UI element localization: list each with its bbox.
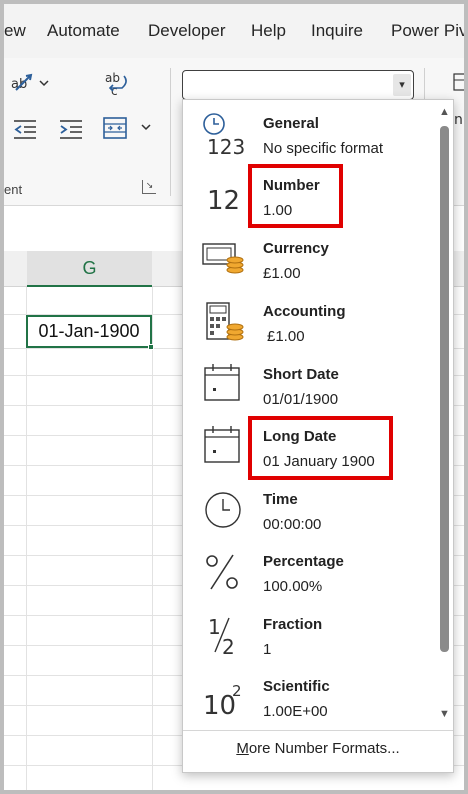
format-sample: £1.00 xyxy=(263,265,301,282)
wrap-text-icon[interactable]: ab c xyxy=(102,70,132,103)
format-name: Accounting xyxy=(263,303,346,320)
format-item-scientific[interactable]: 10 2 Scientific 1.00E+00 xyxy=(183,668,433,730)
more-number-formats-link[interactable]: More Number Formats... xyxy=(183,740,453,757)
format-item-percentage[interactable]: Percentage 100.00% xyxy=(183,543,433,605)
short-date-calendar-icon xyxy=(201,362,247,408)
fraction-numerator: 1 xyxy=(208,615,221,639)
svg-text:n: n xyxy=(454,112,463,128)
gridline xyxy=(26,287,27,790)
chevron-down-icon[interactable]: ▾ xyxy=(393,74,411,96)
highlight-box-long-date xyxy=(248,416,393,480)
format-sample: 1 xyxy=(263,641,272,658)
format-sample: 00:00:00 xyxy=(263,516,322,533)
more-number-formats-label: More Number Formats... xyxy=(236,740,400,757)
format-item-time[interactable]: Time 00:00:00 xyxy=(183,481,433,543)
merge-center-icon[interactable] xyxy=(102,116,158,147)
column-header-g[interactable]: G xyxy=(27,251,152,287)
accounting-calculator-icon xyxy=(201,299,247,345)
svg-text:r: r xyxy=(454,130,460,132)
format-item-short-date[interactable]: Short Date 01/01/1900 xyxy=(183,356,433,418)
format-item-currency[interactable]: Currency £1.00 xyxy=(183,230,433,292)
scroll-down-arrow-icon[interactable]: ▼ xyxy=(439,708,450,720)
scientific-10-squared-icon: 10 2 xyxy=(201,674,247,721)
dialog-launcher-icon[interactable]: ↘ xyxy=(142,180,156,194)
decrease-indent-icon[interactable] xyxy=(12,118,38,145)
format-name: Fraction xyxy=(263,616,323,633)
alignment-group-label: ent xyxy=(4,182,23,197)
svg-text:ab: ab xyxy=(105,71,120,85)
format-sample: £1.00 xyxy=(267,328,305,345)
format-name: Short Date xyxy=(263,366,339,383)
format-sample: 01/01/1900 xyxy=(263,391,339,408)
increase-indent-icon[interactable] xyxy=(58,118,84,145)
active-cell-g[interactable]: 01-Jan-1900 xyxy=(26,315,152,348)
fraction-half-icon: 1 2 xyxy=(201,612,247,659)
number-format-dropdown: 123 General No specific format 12 Number… xyxy=(182,99,454,773)
tab-power-pivot[interactable]: Power Piv xyxy=(391,21,464,41)
long-date-calendar-icon xyxy=(201,424,247,470)
format-name: General xyxy=(263,115,319,132)
format-item-general[interactable]: 123 General No specific format xyxy=(183,105,433,167)
format-sample: 1.00E+00 xyxy=(263,703,328,720)
format-name: Percentage xyxy=(263,553,344,570)
highlight-box-number xyxy=(248,164,343,228)
currency-icon xyxy=(201,236,247,282)
fill-handle[interactable] xyxy=(148,344,154,350)
fraction-denominator: 2 xyxy=(222,635,235,658)
format-name: Currency xyxy=(263,240,329,257)
gridline xyxy=(152,287,153,790)
number-format-combobox[interactable]: ▾ xyxy=(182,70,414,100)
format-sample: No specific format xyxy=(263,140,384,157)
ribbon-group-separator xyxy=(170,68,171,196)
time-clock-icon xyxy=(201,487,247,533)
tab-developer[interactable]: Developer xyxy=(148,21,226,41)
format-item-fraction[interactable]: 1 2 Fraction 1 xyxy=(183,606,433,668)
number-icon-text: 12 xyxy=(207,186,240,216)
scroll-thumb[interactable] xyxy=(440,126,449,652)
app-window: ew Automate Developer Help Inquire Power… xyxy=(0,0,468,794)
ribbon-tab-bar: ew Automate Developer Help Inquire Power… xyxy=(4,4,464,58)
general-icon-text: 123 xyxy=(207,135,245,157)
format-name: Time xyxy=(263,491,298,508)
percent-icon xyxy=(201,549,247,595)
format-item-accounting[interactable]: Accounting £1.00 xyxy=(183,293,433,355)
tab-automate[interactable]: Automate xyxy=(47,21,120,41)
number-12-icon: 12 xyxy=(201,173,247,219)
text-orientation-icon[interactable]: ab xyxy=(10,72,50,99)
tab-view[interactable]: ew xyxy=(4,21,26,41)
clock-123-icon: 123 xyxy=(201,111,247,159)
format-name: Scientific xyxy=(263,678,330,695)
dropdown-separator xyxy=(183,730,453,731)
tab-inquire[interactable]: Inquire xyxy=(311,21,363,41)
svg-text:ab: ab xyxy=(11,77,27,92)
tab-help[interactable]: Help xyxy=(251,21,286,41)
format-sample: 100.00% xyxy=(263,578,323,595)
sci-exponent-text: 2 xyxy=(232,682,242,700)
scroll-up-arrow-icon[interactable]: ▲ xyxy=(439,106,450,118)
dropdown-scrollbar[interactable]: ▲ ▼ xyxy=(435,100,454,730)
